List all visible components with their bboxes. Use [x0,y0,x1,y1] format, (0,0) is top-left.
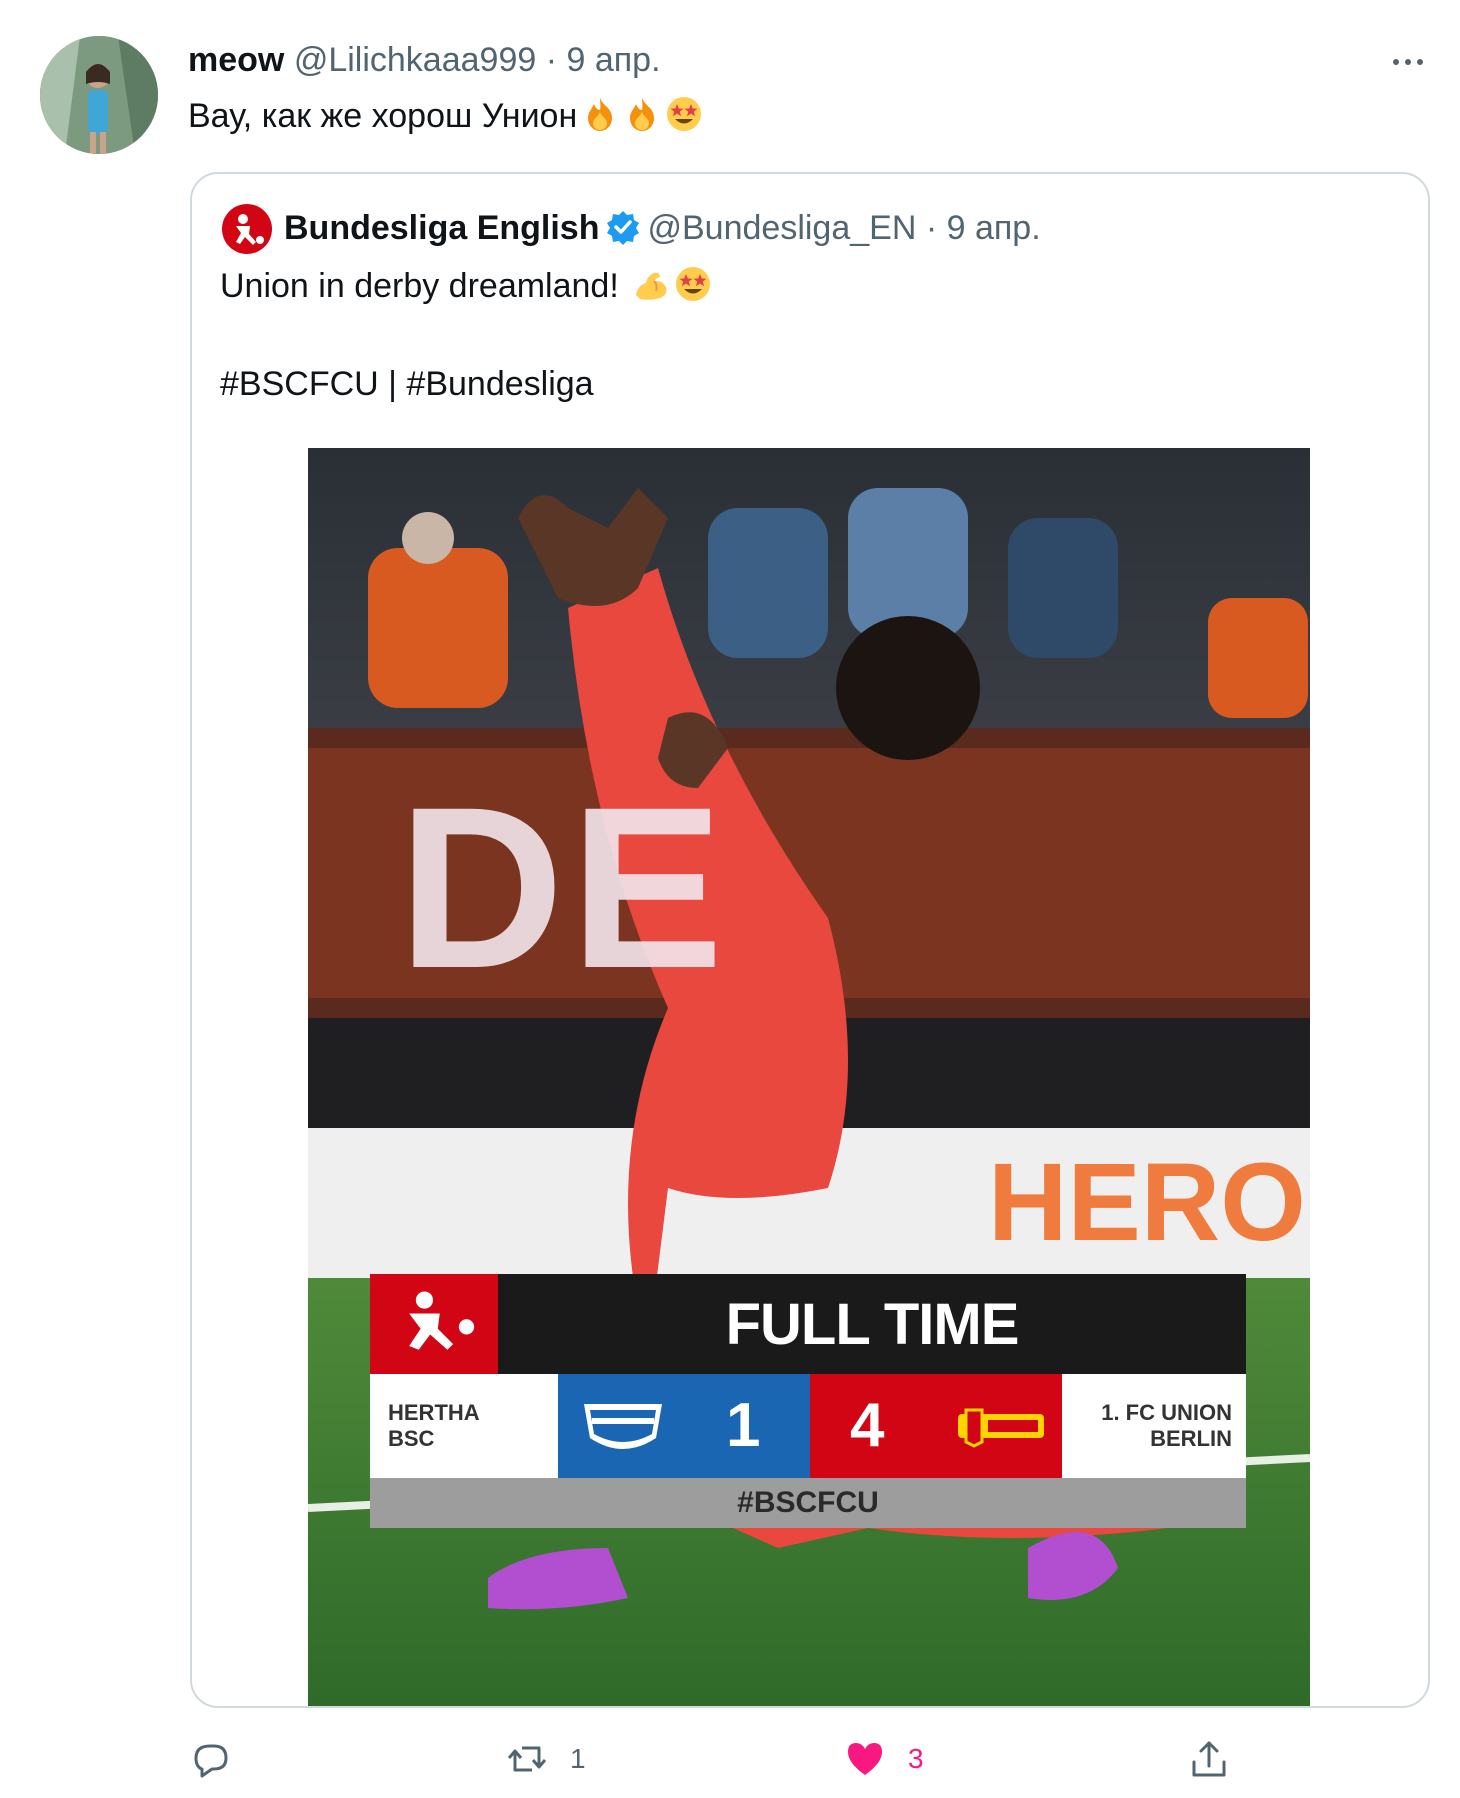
share-button[interactable] [1188,1736,1230,1782]
like-count: 3 [908,1743,924,1774]
home-score-cell: 1 [558,1374,810,1478]
author-name[interactable]: meow [188,41,284,79]
home-team-line1: HERTHA [388,1400,480,1425]
retweet-count: 1 [570,1743,586,1774]
reply-icon [194,1744,228,1778]
tweet-text-content: Вау, как же хорош Унион [188,97,578,135]
more-options-icon[interactable] [1386,44,1430,80]
fire-emoji-icon [588,98,613,131]
scoreboard-hashtag: #BSCFCU [370,1478,1246,1528]
user-avatar[interactable] [40,36,158,154]
share-icon [1192,1741,1226,1777]
like-button[interactable]: 3 [844,1736,924,1782]
tweet-actions: 1 3 [190,1736,1430,1782]
quoted-tweet[interactable]: Bundesliga English @Bundesliga_EN · 9 ап… [190,172,1430,1708]
union-crest-icon [958,1408,1044,1448]
tweet-text: Вау, как же хорош Унион [188,92,703,140]
away-team-line1: 1. FC UNION [1101,1400,1232,1425]
star-struck-emoji-icon [667,97,702,131]
quoted-text: Union in derby dreamland! [220,262,712,310]
author-handle[interactable]: @Lilichkaaa999 [294,41,536,79]
quoted-header: Bundesliga English @Bundesliga_EN · 9 ап… [284,206,1041,250]
quoted-author-name[interactable]: Bundesliga English [284,209,599,247]
home-score: 1 [726,1391,761,1460]
tweet-header: meow @Lilichkaaa999 · 9 апр. [188,38,661,82]
heart-icon [848,1743,882,1775]
flexed-biceps-emoji-icon [636,272,667,300]
bundesliga-logo-icon [370,1274,498,1374]
star-struck-emoji-icon [676,267,711,301]
scoreboard: FULL TIME HERTHA BSC 1 4 1. FC UNION BER… [370,1274,1246,1528]
retweet-icon [507,1746,547,1772]
tweet-media-image[interactable]: DE HERO FULL TIME HERTHA BSC 1 4 1. FC U… [308,448,1310,1706]
away-score: 4 [850,1391,885,1460]
separator: · [545,41,558,79]
tweet: meow @Lilichkaaa999 · 9 апр. Вау, как же… [0,0,1460,1798]
bundesliga-logo-icon[interactable] [222,204,272,254]
away-team-name: 1. FC UNION BERLIN [1062,1374,1246,1478]
quoted-author-handle[interactable]: @Bundesliga_EN [647,209,916,247]
tweet-date[interactable]: 9 апр. [567,41,661,79]
quoted-text-content: Union in derby dreamland! [220,267,619,305]
hertha-crest-icon [584,1404,662,1449]
full-time-header: FULL TIME [498,1274,1246,1374]
separator: · [925,209,938,247]
away-score-cell: 4 [810,1374,1062,1478]
reply-button[interactable] [190,1736,254,1782]
verified-badge-icon [607,211,640,245]
retweet-button[interactable]: 1 [506,1736,586,1782]
avatar-photo-icon [40,36,158,154]
fire-emoji-icon [630,98,655,131]
home-team-line2: BSC [388,1426,435,1451]
board-text: HERO [988,1141,1306,1264]
home-team-name: HERTHA BSC [370,1374,558,1478]
away-team-line2: BERLIN [1150,1426,1232,1451]
score-row: HERTHA BSC 1 4 1. FC UNION BERLIN [370,1374,1246,1478]
quoted-date[interactable]: 9 апр. [947,209,1041,247]
quoted-hashtags[interactable]: #BSCFCU | #Bundesliga [220,360,594,408]
banner-text: DE [398,759,730,1016]
